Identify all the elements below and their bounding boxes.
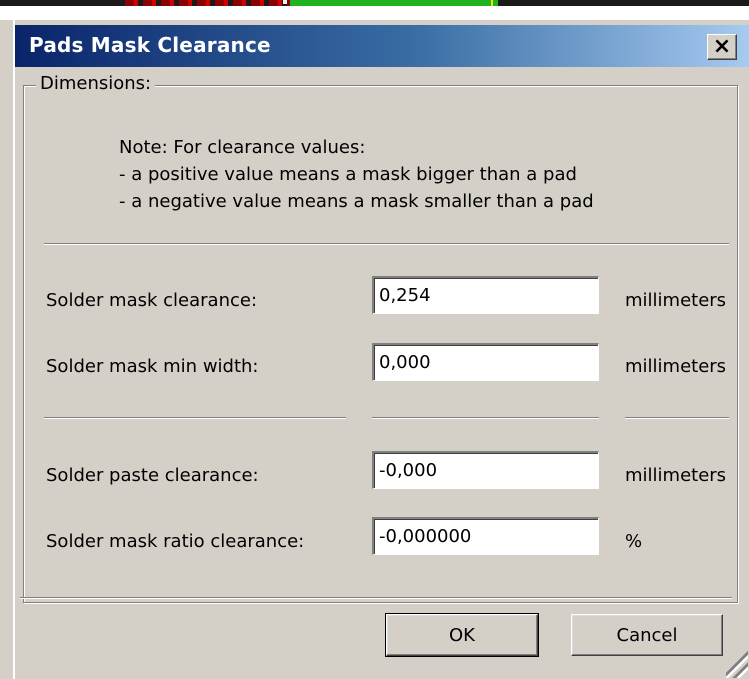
solder-mask-clearance-label: Solder mask clearance: bbox=[46, 290, 258, 311]
close-icon: × bbox=[712, 34, 732, 59]
note-line: - a positive value means a mask bigger t… bbox=[119, 164, 577, 185]
solder-mask-min-width-input[interactable] bbox=[372, 343, 599, 381]
dialog-title: Pads Mask Clearance bbox=[29, 33, 271, 57]
ok-button[interactable]: OK bbox=[385, 613, 539, 657]
solder-mask-min-width-unit: millimeters bbox=[625, 356, 727, 377]
separator-mid-left bbox=[44, 417, 346, 419]
pads-mask-clearance-dialog: Pads Mask Clearance × Dimensions: Note: … bbox=[13, 20, 749, 679]
separator-mid-right bbox=[625, 417, 729, 419]
dimensions-legend: Dimensions: bbox=[36, 73, 156, 94]
buttons-separator bbox=[20, 597, 732, 599]
solder-mask-clearance-unit: millimeters bbox=[625, 290, 727, 311]
note-line: - a negative value means a mask smaller … bbox=[119, 191, 594, 212]
clearance-note: Note: For clearance values: - a positive … bbox=[119, 134, 594, 215]
separator-mid-center bbox=[372, 417, 599, 419]
solder-mask-clearance-input[interactable] bbox=[372, 276, 599, 314]
solder-paste-clearance-input[interactable] bbox=[372, 451, 599, 489]
background-green-area bbox=[290, 0, 498, 6]
note-line: Note: For clearance values: bbox=[119, 137, 366, 158]
dialog-titlebar[interactable]: Pads Mask Clearance × bbox=[15, 25, 749, 67]
dimensions-groupbox: Dimensions: Note: For clearance values: -… bbox=[23, 73, 738, 603]
resize-grip-icon[interactable] bbox=[726, 648, 748, 678]
background-app-strip bbox=[0, 0, 749, 20]
close-button[interactable]: × bbox=[707, 34, 737, 60]
solder-mask-ratio-clearance-label: Solder mask ratio clearance: bbox=[46, 531, 305, 552]
solder-mask-ratio-clearance-input[interactable] bbox=[372, 517, 599, 555]
solder-mask-min-width-label: Solder mask min width: bbox=[46, 356, 259, 377]
background-red-traces bbox=[125, 0, 290, 6]
screen: Pads Mask Clearance × Dimensions: Note: … bbox=[0, 0, 749, 679]
solder-paste-clearance-label: Solder paste clearance: bbox=[46, 465, 259, 486]
solder-paste-clearance-unit: millimeters bbox=[625, 465, 727, 486]
solder-mask-ratio-clearance-unit: % bbox=[625, 531, 643, 552]
background-marker bbox=[283, 0, 287, 4]
cancel-button[interactable]: Cancel bbox=[571, 614, 723, 656]
background-yellow-trace bbox=[491, 0, 493, 6]
separator-top bbox=[44, 243, 729, 245]
